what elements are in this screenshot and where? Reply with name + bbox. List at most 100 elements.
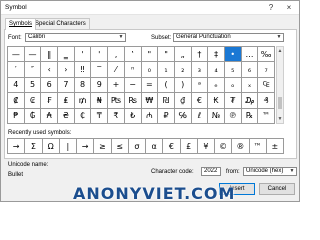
symbol-cell[interactable]: ₀ xyxy=(141,62,159,78)
symbol-cell[interactable]: ‰ xyxy=(258,47,275,63)
character-code-input[interactable]: 2022 xyxy=(201,167,221,176)
recent-symbol-cell[interactable]: ™ xyxy=(249,139,267,154)
symbol-cell[interactable]: " xyxy=(141,47,159,63)
symbol-cell[interactable]: ⁿ xyxy=(124,62,142,78)
recent-symbol-cell[interactable]: ± xyxy=(266,139,284,154)
symbol-cell[interactable]: ™ xyxy=(258,108,275,124)
symbol-cell[interactable]: ₦ xyxy=(91,93,109,109)
symbol-cell[interactable]: 4 xyxy=(8,77,25,94)
symbol-cell[interactable]: ₡ xyxy=(8,93,25,109)
symbol-cell[interactable]: ℅ xyxy=(174,108,192,124)
symbol-cell[interactable]: ₥ xyxy=(74,93,92,109)
symbol-cell[interactable]: ℓ xyxy=(191,108,209,124)
symbol-cell[interactable]: ‾ xyxy=(91,62,109,78)
scrollbar-thumb[interactable] xyxy=(278,97,282,109)
tab-special-characters[interactable]: Special Characters xyxy=(31,18,90,29)
symbol-cell[interactable]: ₹ xyxy=(108,108,125,124)
symbol-cell[interactable]: ‖ xyxy=(41,47,59,63)
symbol-cell[interactable]: ₪ xyxy=(158,93,175,109)
symbol-cell[interactable]: € xyxy=(191,93,209,109)
recent-symbol-cell[interactable]: α xyxy=(146,139,164,154)
recent-symbol-cell[interactable]: Ω xyxy=(42,139,60,154)
symbol-cell[interactable]: ₃ xyxy=(191,62,209,78)
symbol-cell[interactable]: ₣ xyxy=(41,93,59,109)
symbol-cell[interactable]: ⁄ xyxy=(108,62,125,78)
symbol-cell[interactable]: + xyxy=(108,77,125,94)
symbol-cell[interactable]: ₼ xyxy=(141,108,159,124)
scroll-up-icon[interactable]: ▲ xyxy=(277,47,283,55)
symbol-cell[interactable]: › xyxy=(58,62,75,78)
symbol-cell[interactable]: ₆ xyxy=(241,62,259,78)
recent-symbol-cell[interactable]: | xyxy=(59,139,77,154)
symbol-cell[interactable]: • xyxy=(224,47,242,63)
recent-symbol-cell[interactable]: ® xyxy=(232,139,250,154)
symbol-cell[interactable]: 9 xyxy=(91,77,109,94)
symbol-cell[interactable]: † xyxy=(191,47,209,63)
symbol-cell[interactable]: ₰ xyxy=(258,93,275,109)
symbol-cell[interactable]: ᵃ xyxy=(191,77,209,94)
recent-symbol-cell[interactable]: © xyxy=(215,139,233,154)
symbol-cell[interactable]: 8 xyxy=(74,77,92,94)
symbol-cell[interactable]: ‹ xyxy=(41,62,59,78)
symbol-cell[interactable]: ₓ xyxy=(241,77,259,94)
symbol-cell[interactable]: ₢ xyxy=(24,93,42,109)
symbol-cell[interactable]: − xyxy=(124,77,142,94)
symbol-cell[interactable]: ₒ xyxy=(224,77,242,94)
symbol-cell[interactable]: ₠ xyxy=(258,77,275,94)
symbol-cell[interactable]: ‛ xyxy=(124,47,142,63)
symbol-cell[interactable]: ' xyxy=(91,47,109,63)
recent-symbol-cell[interactable]: σ xyxy=(128,139,146,154)
symbol-cell[interactable]: ₄ xyxy=(208,62,225,78)
symbol-cell[interactable]: ₳ xyxy=(41,108,59,124)
symbol-cell[interactable]: ₵ xyxy=(74,108,92,124)
symbol-cell[interactable]: ₺ xyxy=(124,108,142,124)
symbol-grid-scrollbar[interactable]: ▲ ▼ xyxy=(276,46,284,124)
symbol-cell[interactable]: ℞ xyxy=(241,108,259,124)
symbol-cell[interactable]: ₽ xyxy=(158,108,175,124)
symbol-cell[interactable]: ₧ xyxy=(108,93,125,109)
symbol-cell[interactable]: ₲ xyxy=(24,108,42,124)
symbol-cell[interactable]: ₇ xyxy=(258,62,275,78)
scroll-down-icon[interactable]: ▼ xyxy=(277,115,283,123)
symbol-cell[interactable]: ₱ xyxy=(8,108,25,124)
recent-symbol-cell[interactable]: £ xyxy=(180,139,198,154)
symbol-cell[interactable]: ′ xyxy=(8,62,25,78)
symbol-cell[interactable]: ₸ xyxy=(91,108,109,124)
recent-symbol-cell[interactable]: → xyxy=(8,139,26,154)
symbol-cell[interactable]: ‡ xyxy=(208,47,225,63)
symbol-cell[interactable]: ₮ xyxy=(224,93,242,109)
symbol-cell[interactable]: ℗ xyxy=(224,108,242,124)
symbol-cell[interactable]: ) xyxy=(174,77,192,94)
symbol-cell[interactable]: „ xyxy=(174,47,192,63)
help-icon[interactable]: ? xyxy=(263,2,279,14)
symbol-cell[interactable]: ‚ xyxy=(108,47,125,63)
recent-symbol-cell[interactable]: ≤ xyxy=(111,139,129,154)
close-icon[interactable]: × xyxy=(281,2,297,14)
symbol-cell[interactable]: = xyxy=(141,77,159,94)
recent-symbol-cell[interactable]: ≥ xyxy=(94,139,112,154)
symbol-cell[interactable]: ₂ xyxy=(174,62,192,78)
recent-symbol-cell[interactable]: € xyxy=(163,139,181,154)
symbol-cell[interactable]: " xyxy=(158,47,175,63)
symbol-cell[interactable]: ‗ xyxy=(58,47,75,63)
symbol-cell[interactable]: № xyxy=(208,108,225,124)
recent-symbol-cell[interactable]: ¥ xyxy=(197,139,215,154)
symbol-cell[interactable]: — xyxy=(24,47,42,63)
symbol-cell[interactable]: ₫ xyxy=(174,93,192,109)
symbol-cell[interactable]: ' xyxy=(74,47,92,63)
from-dropdown[interactable]: Unicode (hex) ▼ xyxy=(243,167,297,176)
recent-symbol-cell[interactable]: Σ xyxy=(25,139,43,154)
symbol-cell[interactable]: … xyxy=(241,47,259,63)
font-dropdown[interactable]: Calibri ▼ xyxy=(25,33,126,42)
symbol-cell[interactable]: ₅ xyxy=(224,62,242,78)
symbol-cell[interactable]: 6 xyxy=(41,77,59,94)
symbol-cell[interactable]: ″ xyxy=(24,62,42,78)
symbol-cell[interactable]: ₤ xyxy=(58,93,75,109)
symbol-cell[interactable]: 5 xyxy=(24,77,42,94)
symbol-cell[interactable]: ₁ xyxy=(158,62,175,78)
recent-symbol-cell[interactable]: → xyxy=(77,139,95,154)
symbol-cell[interactable]: ₨ xyxy=(124,93,142,109)
symbol-cell[interactable]: ‼ xyxy=(74,62,92,78)
symbol-cell[interactable]: ₩ xyxy=(141,93,159,109)
symbol-cell[interactable]: ₴ xyxy=(58,108,75,124)
